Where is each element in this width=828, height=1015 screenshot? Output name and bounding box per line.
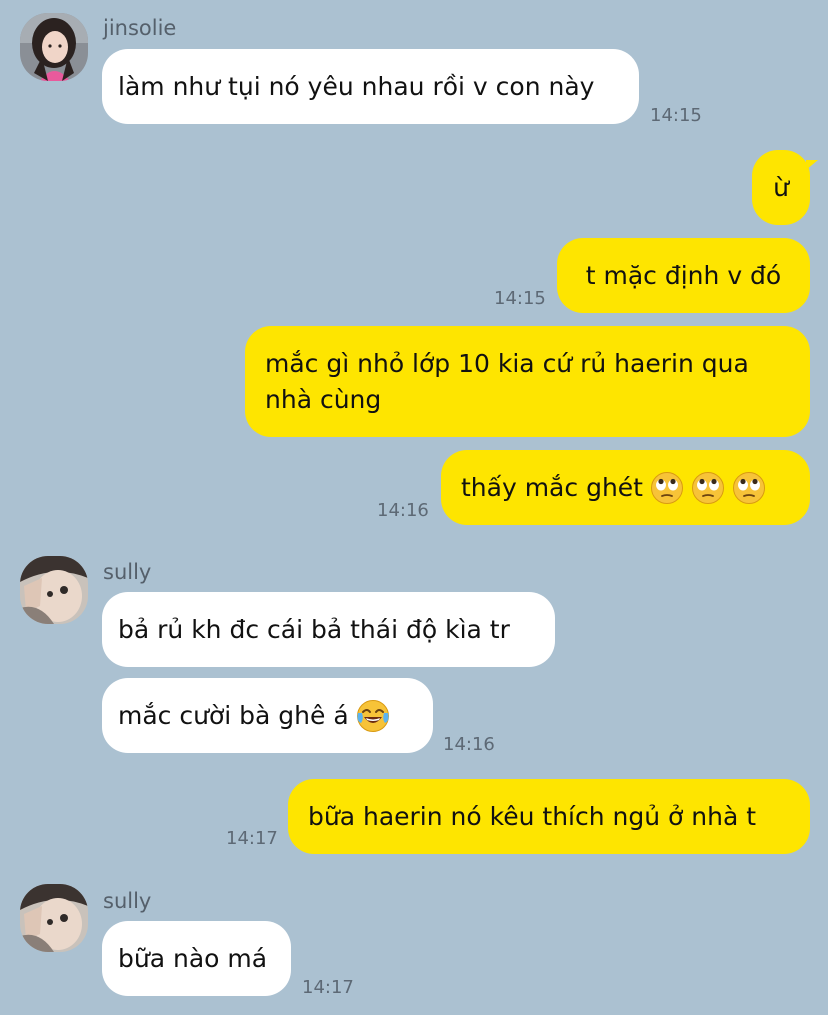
message-timestamp: 14:17 (302, 977, 354, 998)
message-bubble-outgoing[interactable]: t mặc định v đó (557, 238, 810, 313)
face-with-rolling-eyes-icon (732, 471, 766, 505)
sender-name: sully (103, 560, 152, 584)
message-bubble-outgoing[interactable]: bữa haerin nó kêu thích ngủ ở nhà t (288, 779, 810, 854)
face-with-tears-of-joy-icon (356, 699, 390, 733)
sender-name: sully (103, 889, 152, 913)
message-text: bữa haerin nó kêu thích ngủ ở nhà t (308, 801, 757, 831)
message-bubble-outgoing[interactable]: mắc gì nhỏ lớp 10 kia cứ rủ haerin qua n… (245, 326, 810, 437)
message-text: mắc cười bà ghê á (118, 700, 349, 730)
avatar-sully[interactable] (20, 556, 88, 624)
message-text: mắc gì nhỏ lớp 10 kia cứ rủ haerin qua n… (265, 348, 749, 414)
message-bubble-outgoing[interactable]: thấy mắc ghét (441, 450, 810, 525)
message-text: ừ (773, 172, 789, 202)
message-bubble-incoming[interactable]: mắc cười bà ghê á (102, 678, 433, 753)
avatar-sully[interactable] (20, 884, 88, 952)
message-bubble-incoming[interactable]: bả rủ kh đc cái bả thái độ kìa tr (102, 592, 555, 667)
message-timestamp: 14:16 (443, 734, 495, 755)
message-timestamp: 14:17 (226, 828, 278, 849)
message-timestamp: 14:16 (377, 500, 429, 521)
face-with-rolling-eyes-icon (650, 471, 684, 505)
avatar-jinsolie[interactable] (20, 13, 88, 81)
message-bubble-incoming[interactable]: bữa nào má (102, 921, 291, 996)
message-text: bữa nào má (118, 943, 268, 973)
message-timestamp: 14:15 (650, 105, 702, 126)
message-text: t mặc định v đó (585, 260, 782, 290)
message-text: bả rủ kh đc cái bả thái độ kìa tr (118, 614, 510, 644)
message-bubble-incoming[interactable]: làm như tụi nó yêu nhau rồi v con này (102, 49, 639, 124)
message-timestamp: 14:15 (494, 288, 546, 309)
message-text: thấy mắc ghét (461, 472, 643, 502)
message-text: làm như tụi nó yêu nhau rồi v con này (118, 71, 595, 101)
face-with-rolling-eyes-icon (691, 471, 725, 505)
message-bubble-outgoing[interactable]: ừ (752, 150, 810, 225)
bubble-tail (806, 160, 818, 170)
sender-name: jinsolie (103, 16, 177, 40)
